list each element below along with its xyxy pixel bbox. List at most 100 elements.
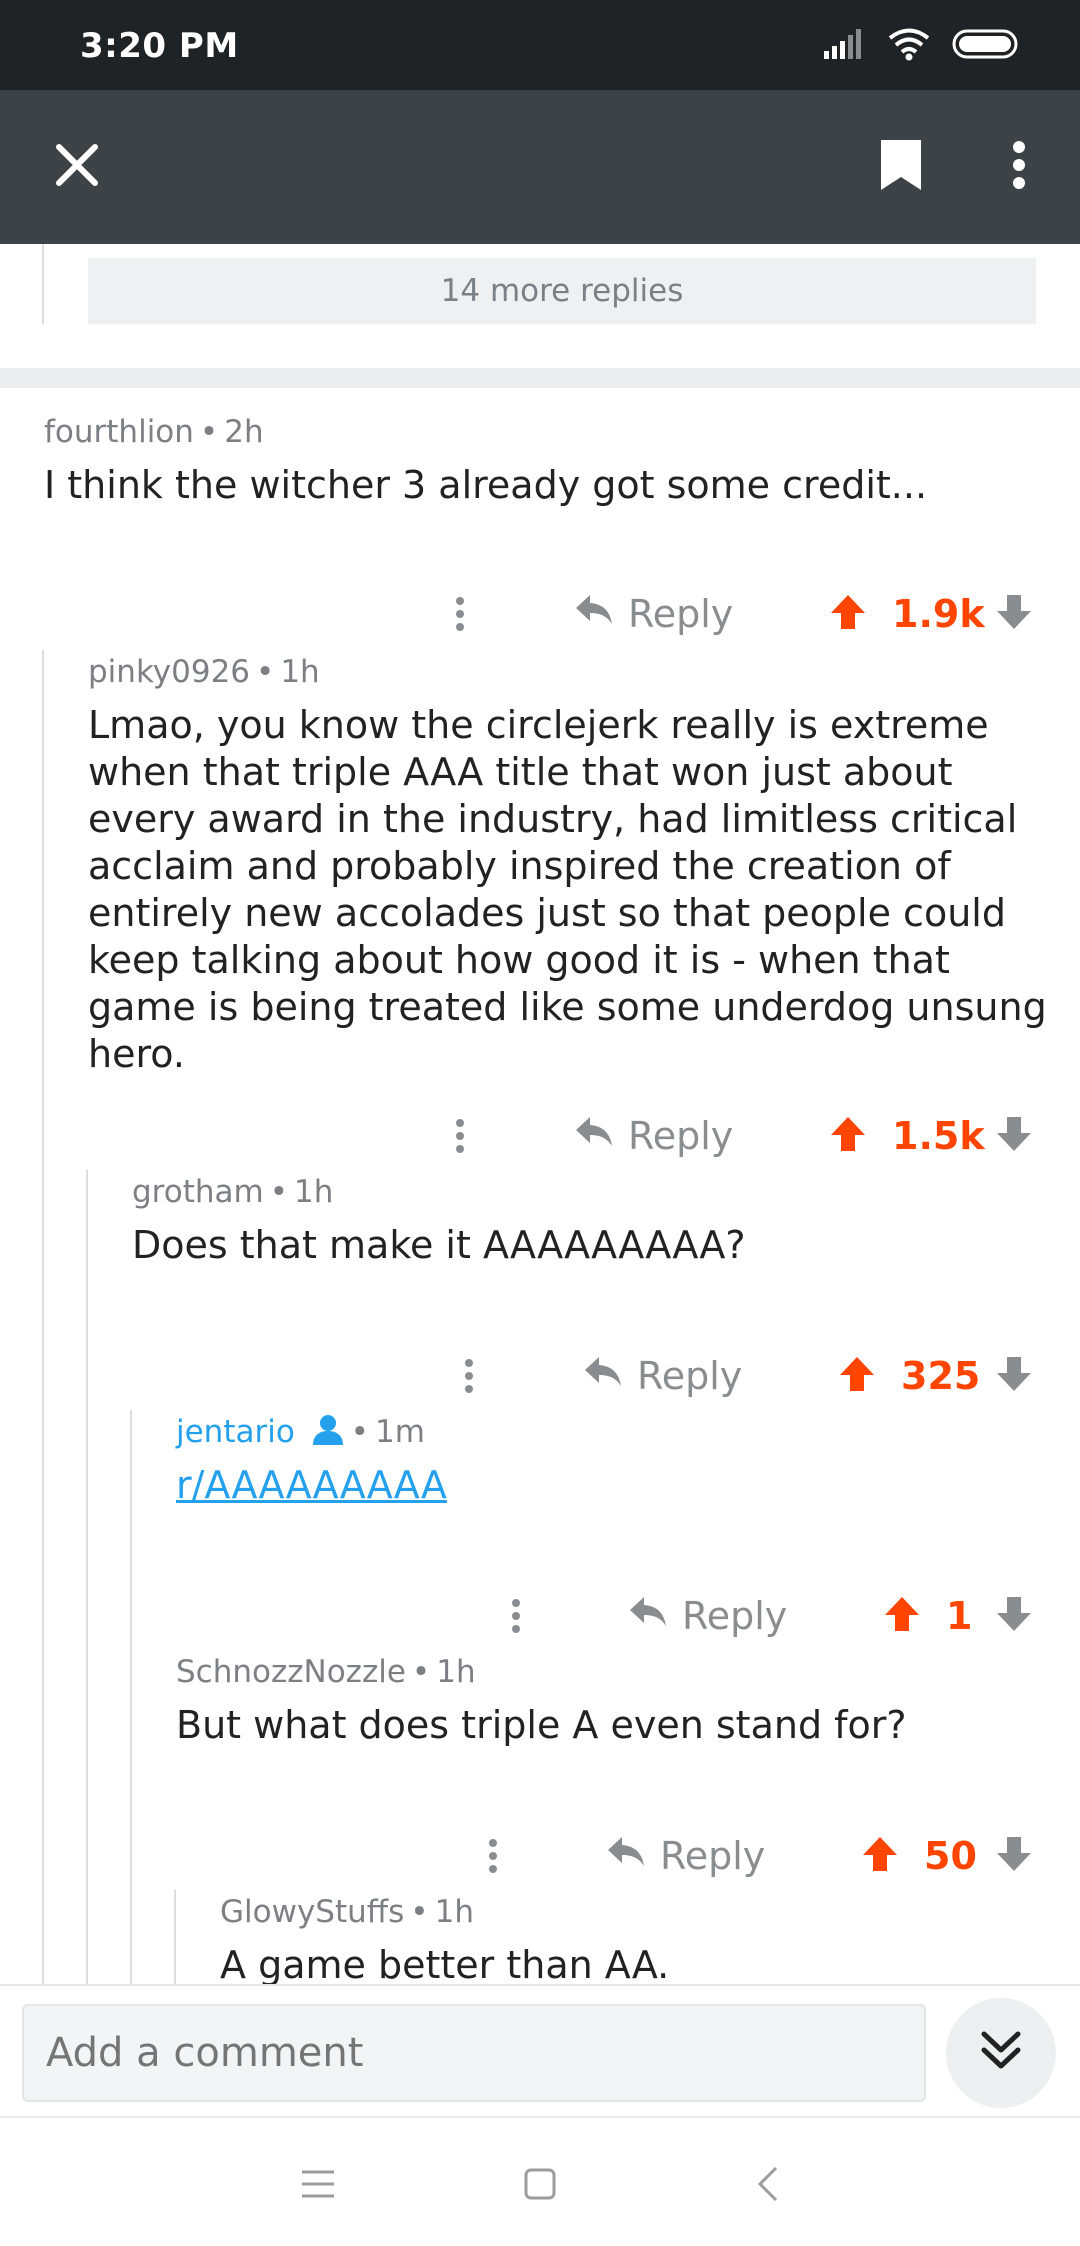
reply-icon [606, 1834, 646, 1878]
comment-meta: grotham • 1h [132, 1174, 334, 1210]
downvote-button[interactable] [992, 584, 1036, 644]
downvote-arrow-icon [995, 1115, 1033, 1157]
reply-label: Reply [637, 1354, 743, 1398]
menu-nav-button[interactable] [278, 2146, 358, 2226]
comment-thread[interactable]: 14 more replies fourthlion • 2h I think th… [0, 244, 1080, 1984]
downvote-arrow-icon [995, 593, 1033, 635]
reply-label: Reply [660, 1834, 766, 1878]
reply-button[interactable]: Reply [606, 1826, 765, 1886]
more-replies-button[interactable]: 14 more replies [88, 258, 1036, 324]
upvote-arrow-icon [829, 593, 867, 635]
comment-age: 1h [294, 1174, 334, 1210]
comment-meta: SchnozzNozzle • 1h [176, 1654, 476, 1690]
status-bar: 3:20 PM [0, 0, 1080, 90]
square-icon [523, 2167, 557, 2205]
comment-author[interactable]: pinky0926 [88, 654, 250, 690]
reply-button[interactable]: Reply [628, 1586, 787, 1646]
comment-age: 1h [280, 654, 320, 690]
comment-actions: Reply 50 [0, 1826, 1080, 1886]
user-icon [311, 1414, 345, 1454]
upvote-arrow-icon [829, 1115, 867, 1157]
app-bar [0, 90, 1080, 244]
comment-age: 1h [436, 1654, 476, 1690]
reply-label: Reply [682, 1594, 788, 1638]
chevron-left-icon [756, 2165, 780, 2207]
comment-author[interactable]: jentario [176, 1414, 295, 1450]
comment-age: 1m [374, 1414, 425, 1450]
reply-label: Reply [628, 1114, 734, 1158]
comment-options-button[interactable] [473, 1826, 513, 1886]
downvote-button[interactable] [992, 1826, 1036, 1886]
vote-count: 1.5k [892, 1114, 985, 1158]
menu-icon [300, 2169, 336, 2203]
thread-line [42, 650, 44, 1984]
home-nav-button[interactable] [500, 2146, 580, 2226]
battery-icon [952, 27, 1022, 65]
double-chevron-down-icon [978, 2028, 1024, 2078]
thread-line [130, 1410, 132, 1984]
comment-author[interactable]: GlowyStuffs [220, 1894, 404, 1930]
reply-icon [574, 1114, 614, 1158]
upvote-button[interactable] [826, 584, 870, 644]
bookmark-button[interactable] [846, 90, 956, 244]
upvote-button[interactable] [880, 1586, 924, 1646]
more-vertical-icon [1012, 140, 1026, 194]
comment-author[interactable]: SchnozzNozzle [176, 1654, 406, 1690]
system-nav-bar [0, 2116, 1080, 2246]
comment-body: Lmao, you know the circlejerk really is … [88, 703, 1047, 1076]
wifi-icon [888, 27, 930, 65]
comment-actions: Reply 1.9k [0, 584, 1080, 644]
comment-author[interactable]: fourthlion [44, 414, 194, 450]
signal-icon [822, 27, 866, 65]
reply-button[interactable]: Reply [574, 1106, 733, 1166]
add-comment-input[interactable] [22, 2004, 926, 2102]
next-comment-button[interactable] [946, 1998, 1056, 2108]
vote-count: 1.9k [892, 592, 985, 636]
comment-age: 2h [224, 414, 264, 450]
comment-body: A game better than AA. [220, 1943, 670, 1984]
reply-button[interactable]: Reply [574, 584, 733, 644]
downvote-arrow-icon [995, 1595, 1033, 1637]
downvote-arrow-icon [995, 1835, 1033, 1877]
comment-options-button[interactable] [440, 584, 480, 644]
comment-author[interactable]: grotham [132, 1174, 264, 1210]
comment-options-button[interactable] [440, 1106, 480, 1166]
reply-button[interactable]: Reply [583, 1346, 742, 1406]
status-time: 3:20 PM [80, 26, 239, 66]
more-options-button[interactable] [964, 90, 1074, 244]
close-button[interactable] [22, 90, 132, 244]
comment-body: I think the witcher 3 already got some c… [44, 463, 928, 507]
downvote-button[interactable] [992, 1586, 1036, 1646]
comment-options-button[interactable] [496, 1586, 536, 1646]
subreddit-link[interactable]: r/AAAAAAAAA [176, 1463, 447, 1507]
upvote-button[interactable] [858, 1826, 902, 1886]
comment-meta: jentario • 1m [176, 1414, 425, 1454]
comment-actions: Reply 1 [0, 1586, 1080, 1646]
bookmark-icon [878, 137, 924, 197]
thread-line [42, 244, 44, 324]
comment-body: Does that make it AAAAAAAAA? [132, 1223, 746, 1267]
status-icons [822, 26, 1022, 66]
comment-age: 1h [434, 1894, 474, 1930]
reply-icon [574, 592, 614, 636]
close-icon [53, 141, 101, 193]
vote-count: 50 [924, 1834, 977, 1878]
comment-actions: Reply 325 [0, 1346, 1080, 1406]
back-nav-button[interactable] [728, 2146, 808, 2226]
comment-body: But what does triple A even stand for? [176, 1703, 907, 1747]
comment-actions: Reply 1.5k [0, 1106, 1080, 1166]
upvote-button[interactable] [835, 1346, 879, 1406]
upvote-arrow-icon [861, 1835, 899, 1877]
comment-body: r/AAAAAAAAA [176, 1462, 1048, 1509]
reply-icon [628, 1594, 668, 1638]
downvote-button[interactable] [992, 1106, 1036, 1166]
thread-line [174, 1890, 176, 1984]
upvote-button[interactable] [826, 1106, 870, 1166]
comment-options-button[interactable] [449, 1346, 489, 1406]
comment-composer [0, 1984, 1080, 2114]
comment-meta: pinky0926 • 1h [88, 654, 320, 690]
vote-count: 1 [946, 1594, 973, 1638]
downvote-arrow-icon [995, 1355, 1033, 1397]
downvote-button[interactable] [992, 1346, 1036, 1406]
comment-meta: GlowyStuffs • 1h [220, 1894, 474, 1930]
